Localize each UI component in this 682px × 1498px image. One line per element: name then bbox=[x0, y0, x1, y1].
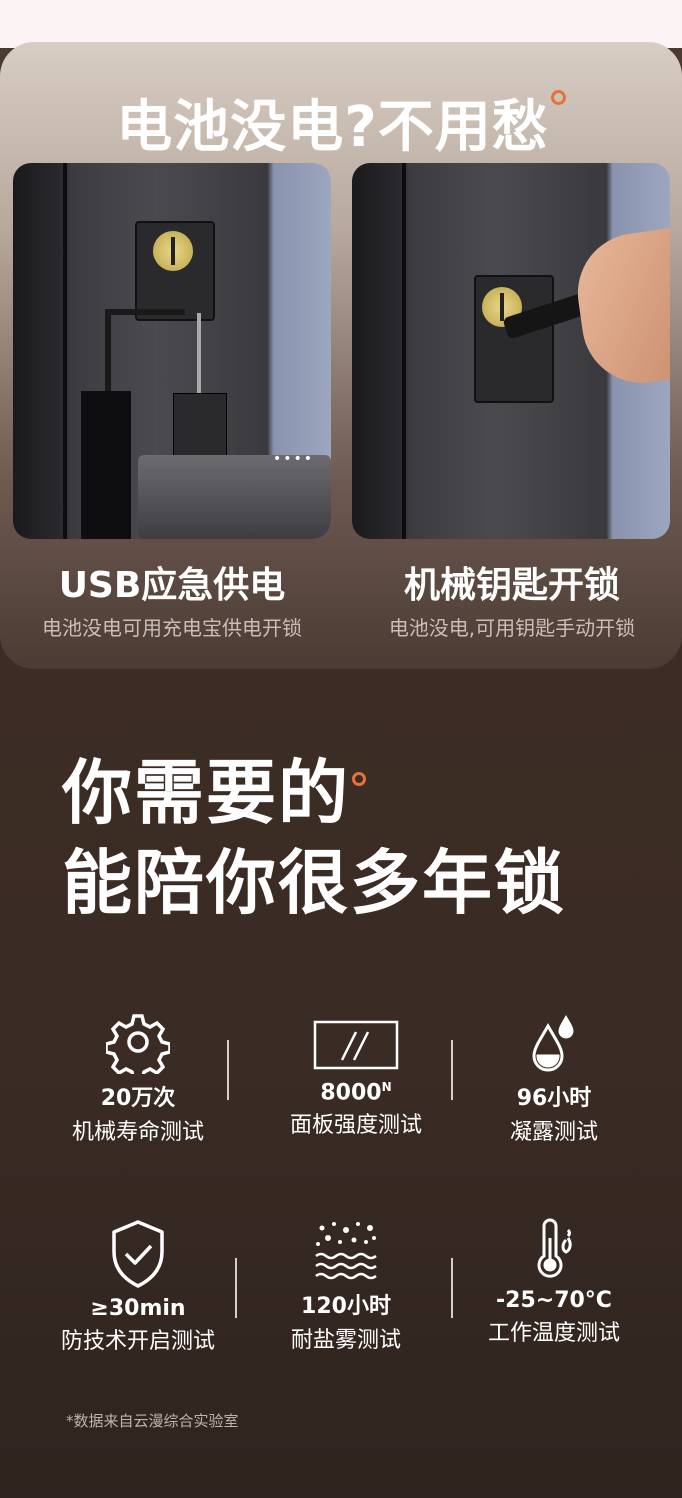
accent-dot-icon bbox=[550, 90, 566, 105]
card-title-usb: USB应急供电 bbox=[58, 565, 286, 606]
stat-salt-fog: 120小时 耐盐雾测试 bbox=[246, 1218, 446, 1354]
stat-label: 机械寿命测试 bbox=[71, 1120, 204, 1145]
stat-value: 120小时 bbox=[301, 1294, 391, 1319]
stat-mechanical-life: 20万次 机械寿命测试 bbox=[38, 1010, 238, 1146]
top-strip bbox=[0, 0, 682, 48]
stat-value: ≥30min bbox=[90, 1296, 186, 1321]
headline-line1: 你需要的 bbox=[62, 758, 366, 828]
accent-dot-icon bbox=[352, 772, 366, 786]
power-bank-leds: •••• bbox=[273, 451, 315, 467]
stat-label: 耐盐雾测试 bbox=[290, 1328, 401, 1353]
divider bbox=[235, 1258, 237, 1318]
water-drop-icon bbox=[532, 1014, 574, 1072]
stat-value: 20万次 bbox=[100, 1086, 176, 1111]
divider bbox=[451, 1040, 453, 1100]
hero-title: 电池没电?不用愁 bbox=[0, 82, 682, 163]
headline-line2: 能陪你很多年锁 bbox=[62, 842, 566, 924]
stat-label: 防技术开启测试 bbox=[60, 1329, 215, 1354]
stat-condensation: 96小时 凝露测试 bbox=[454, 1010, 654, 1146]
thermometer-icon bbox=[537, 1218, 572, 1278]
salt-fog-icon bbox=[315, 1222, 377, 1280]
stat-anti-tech-open: ≥30min 防技术开启测试 bbox=[38, 1218, 238, 1355]
gear-icon bbox=[106, 1014, 170, 1074]
mechanical-key-photo bbox=[352, 163, 670, 539]
usb-power-photo: •••• bbox=[13, 163, 331, 539]
charger bbox=[173, 393, 227, 457]
card-subtitle-usb: 电池没电可用充电宝供电开锁 bbox=[42, 616, 302, 640]
hand bbox=[570, 225, 670, 391]
power-bank bbox=[138, 455, 331, 539]
stat-value: 96小时 bbox=[516, 1086, 592, 1111]
stat-working-temp: -25~70°C 工作温度测试 bbox=[454, 1218, 654, 1347]
stat-label: 工作温度测试 bbox=[487, 1321, 620, 1346]
panel-icon bbox=[313, 1020, 399, 1070]
stat-label: 凝露测试 bbox=[509, 1120, 598, 1145]
stat-panel-strength: 8000N 面板强度测试 bbox=[256, 1010, 456, 1139]
stat-value: -25~70°C bbox=[496, 1288, 612, 1313]
footnote: *数据来自云漫综合实验室 bbox=[66, 1412, 239, 1430]
shield-check-icon bbox=[112, 1220, 164, 1288]
stat-value: 8000N bbox=[320, 1080, 392, 1106]
divider bbox=[227, 1040, 229, 1100]
card-subtitle-key: 电池没电,可用钥匙手动开锁 bbox=[388, 616, 636, 640]
divider bbox=[451, 1258, 453, 1318]
keyhole-icon bbox=[153, 231, 193, 271]
stat-label: 面板强度测试 bbox=[289, 1113, 422, 1139]
card-title-key: 机械钥匙开锁 bbox=[403, 565, 620, 606]
